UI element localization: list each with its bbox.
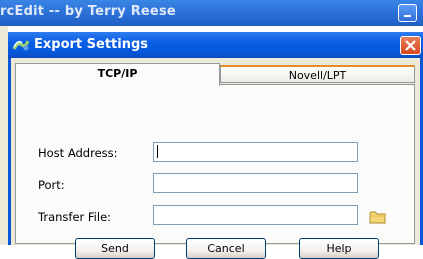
port-input[interactable] — [153, 173, 358, 193]
transfer-file-input[interactable] — [153, 205, 358, 225]
port-label: Port: — [38, 178, 65, 192]
tab-novell-lpt[interactable]: Novell/LPT — [220, 65, 415, 83]
background-window-body — [0, 26, 8, 245]
dialog-titlebar: Export Settings — [8, 32, 423, 58]
tab-strip: TCP/IP Novell/LPT — [15, 63, 418, 86]
folder-icon[interactable] — [369, 210, 387, 224]
dialog-client-area: TCP/IP Novell/LPT Host Address: Port: Tr… — [11, 58, 420, 259]
close-button[interactable] — [400, 36, 421, 55]
tab-tcp-ip[interactable]: TCP/IP — [15, 63, 220, 86]
background-titlebar: rcEdit -- by Terry Reese — [0, 0, 423, 26]
tcp-ip-panel: Host Address: Port: Transfer File: — [15, 84, 415, 244]
cancel-button[interactable]: Cancel — [186, 238, 266, 259]
background-window-title: rcEdit -- by Terry Reese — [0, 4, 176, 19]
host-address-label: Host Address: — [38, 146, 118, 160]
minimize-button[interactable] — [398, 4, 417, 22]
help-button[interactable]: Help — [299, 238, 379, 259]
text-caret — [157, 145, 158, 158]
dialog-title: Export Settings — [34, 37, 149, 52]
export-settings-dialog: Export Settings TCP/IP Novell/LPT Host A… — [8, 32, 423, 259]
close-icon — [405, 40, 416, 51]
send-button[interactable]: Send — [75, 238, 155, 259]
export-settings-icon — [12, 40, 30, 51]
transfer-file-label: Transfer File: — [38, 210, 112, 224]
host-address-input[interactable] — [153, 142, 358, 162]
